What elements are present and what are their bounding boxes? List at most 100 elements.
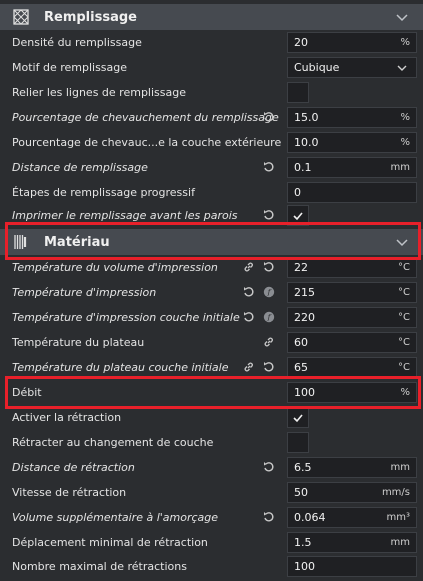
setting-retraction-enable: Activer la rétraction xyxy=(0,405,423,430)
chevron-down-icon[interactable] xyxy=(395,10,409,24)
reset-icon[interactable] xyxy=(262,110,276,124)
setting-label: Pourcentage de chevauchement du rempliss… xyxy=(12,111,279,124)
field-unit: mm xyxy=(390,162,410,173)
bed-temperature-initial-input[interactable]: 65 °C xyxy=(287,357,417,378)
chevron-down-icon[interactable] xyxy=(395,235,409,249)
setting-label: Nombre maximal de rétractions xyxy=(12,560,187,573)
field-unit: mm xyxy=(390,462,410,473)
setting-build-volume-temperature: Température du volume d'impression 22 °C xyxy=(0,255,423,280)
setting-infill-before-walls: Imprimer le remplissage avant les parois xyxy=(0,203,423,228)
setting-infill-density: Densité du remplissage 20 % xyxy=(0,30,423,55)
setting-label: Motif de remplissage xyxy=(12,61,128,74)
retraction-distance-input[interactable]: 6.5 mm xyxy=(287,457,417,478)
build-volume-temperature-input[interactable]: 22 °C xyxy=(287,257,417,278)
setting-retraction-speed: Vitesse de rétraction 50 mm/s xyxy=(0,480,423,505)
reset-icon[interactable] xyxy=(262,208,276,222)
field-value: 10.0 xyxy=(294,136,319,149)
setting-flow: Débit 100 % xyxy=(0,380,423,405)
field-unit: °C xyxy=(398,362,410,373)
field-value: 1.5 xyxy=(294,536,312,549)
retraction-min-travel-input[interactable]: 1.5 mm xyxy=(287,532,417,553)
retraction-speed-input[interactable]: 50 mm/s xyxy=(287,482,417,503)
connect-infill-lines-checkbox[interactable] xyxy=(287,82,309,103)
field-value: 22 xyxy=(294,261,308,274)
retraction-extra-prime-input[interactable]: 0.064 mm³ xyxy=(287,507,417,528)
setting-gradual-infill-steps: Étapes de remplissage progressif 0 xyxy=(0,180,423,205)
infill-overlap-input[interactable]: 15.0 % xyxy=(287,107,417,128)
reset-icon[interactable] xyxy=(262,260,276,274)
retract-at-layer-change-checkbox[interactable] xyxy=(287,432,309,453)
setting-label: Pourcentage de chevauc...e la couche ext… xyxy=(12,136,282,149)
link-icon[interactable] xyxy=(242,260,256,274)
field-value: 215 xyxy=(294,286,315,299)
setting-retraction-distance: Distance de rétraction 6.5 mm xyxy=(0,455,423,480)
setting-label: Déplacement minimal de rétraction xyxy=(12,536,208,549)
setting-label: Activer la rétraction xyxy=(12,411,122,424)
reset-icon[interactable] xyxy=(262,510,276,524)
setting-retraction-count-max: Nombre maximal de rétractions 100 xyxy=(0,554,423,579)
setting-label: Densité du remplissage xyxy=(12,36,142,49)
bed-temperature-input[interactable]: 60 °C xyxy=(287,332,417,353)
reset-icon[interactable] xyxy=(262,460,276,474)
reset-icon[interactable] xyxy=(242,310,256,324)
setting-infill-overlap: Pourcentage de chevauchement du rempliss… xyxy=(0,105,423,130)
field-value: 100 xyxy=(294,560,315,573)
field-value: 60 xyxy=(294,336,308,349)
setting-retraction-min-travel: Déplacement minimal de rétraction 1.5 mm xyxy=(0,530,423,555)
setting-label: Étapes de remplissage progressif xyxy=(12,186,195,199)
flow-input[interactable]: 100 % xyxy=(287,382,417,403)
setting-label: Relier les lignes de remplissage xyxy=(12,86,186,99)
setting-label: Température d'impression xyxy=(12,286,157,299)
setting-label: Volume supplémentaire à l'amorçage xyxy=(12,511,219,524)
infill-section-title: Remplissage xyxy=(44,9,137,25)
setting-label: Température d'impression couche initiale xyxy=(12,311,240,324)
field-value: 0.064 xyxy=(294,511,326,524)
field-value: 0.1 xyxy=(294,161,312,174)
retraction-enable-checkbox[interactable] xyxy=(287,407,309,428)
infill-wipe-distance-input[interactable]: 0.1 mm xyxy=(287,157,417,178)
field-value: 65 xyxy=(294,361,308,374)
link-icon[interactable] xyxy=(262,335,276,349)
material-spool-icon xyxy=(12,233,30,251)
gradual-infill-steps-input[interactable]: 0 xyxy=(287,182,417,203)
skin-overlap-input[interactable]: 10.0 % xyxy=(287,132,417,153)
infill-section-header[interactable]: Remplissage xyxy=(0,4,423,30)
infill-pattern-icon xyxy=(12,8,30,26)
function-icon[interactable]: f xyxy=(262,310,276,324)
field-value: 0 xyxy=(294,186,301,199)
checkmark-icon xyxy=(293,211,303,220)
setting-label: Vitesse de rétraction xyxy=(12,486,127,499)
link-icon[interactable] xyxy=(242,360,256,374)
field-unit: % xyxy=(400,112,410,123)
setting-skin-overlap: Pourcentage de chevauc...e la couche ext… xyxy=(0,130,423,155)
field-value: 15.0 xyxy=(294,111,319,124)
checkmark-icon xyxy=(293,413,303,422)
setting-bed-temperature: Température du plateau 60 °C xyxy=(0,330,423,355)
setting-label: Débit xyxy=(12,386,42,399)
field-unit: mm xyxy=(390,537,410,548)
field-value: 220 xyxy=(294,311,315,324)
field-unit: °C xyxy=(398,337,410,348)
field-unit: % xyxy=(400,137,410,148)
retraction-count-max-input[interactable]: 100 xyxy=(287,556,417,577)
infill-before-walls-checkbox[interactable] xyxy=(287,205,309,226)
field-unit: °C xyxy=(398,262,410,273)
reset-icon[interactable] xyxy=(262,360,276,374)
setting-infill-pattern: Motif de remplissage Cubique xyxy=(0,55,423,80)
infill-density-input[interactable]: 20 % xyxy=(287,32,417,53)
setting-label: Imprimer le remplissage avant les parois xyxy=(12,209,238,222)
function-icon[interactable]: f xyxy=(262,285,276,299)
setting-bed-temperature-initial: Température du plateau couche initiale 6… xyxy=(0,355,423,380)
field-value: 50 xyxy=(294,486,308,499)
field-unit: mm/s xyxy=(381,487,410,498)
setting-retraction-extra-prime: Volume supplémentaire à l'amorçage 0.064… xyxy=(0,505,423,530)
material-section-header[interactable]: Matériau xyxy=(0,229,423,255)
print-temperature-input[interactable]: 215 °C xyxy=(287,282,417,303)
setting-infill-wipe-distance: Distance de remplissage 0.1 mm xyxy=(0,155,423,180)
reset-icon[interactable] xyxy=(262,160,276,174)
print-temperature-initial-input[interactable]: 220 °C xyxy=(287,307,417,328)
field-unit: % xyxy=(400,37,410,48)
infill-pattern-select[interactable]: Cubique xyxy=(287,57,417,78)
reset-icon[interactable] xyxy=(242,285,256,299)
setting-label: Rétracter au changement de couche xyxy=(12,436,214,449)
